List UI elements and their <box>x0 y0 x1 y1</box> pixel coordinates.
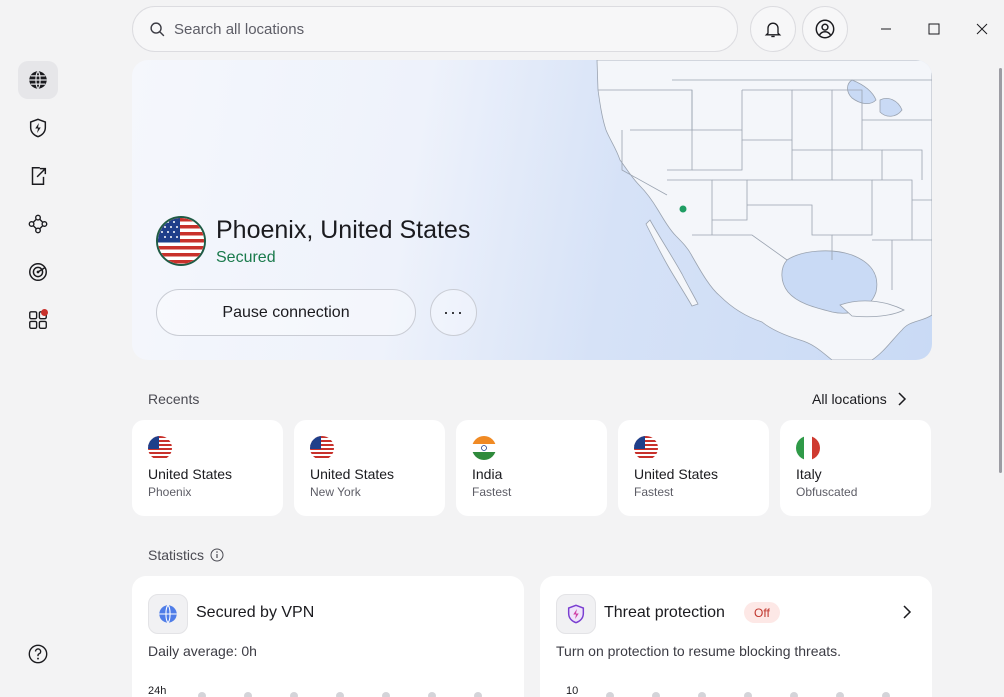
vpn-globe-icon <box>148 594 188 634</box>
connected-location: Phoenix, United States <box>216 216 471 244</box>
sidebar-item-threat-protection[interactable] <box>18 109 58 147</box>
daily-average-label: Daily average: <box>148 643 242 659</box>
recent-subtitle: Fastest <box>634 485 674 499</box>
threat-stats-title: Threat protection <box>604 604 725 621</box>
info-icon[interactable] <box>210 548 224 562</box>
status-badge: Off <box>744 602 780 623</box>
connection-card: Phoenix, United States Secured Pause con… <box>132 60 932 360</box>
notification-dot <box>41 309 48 316</box>
help-button[interactable] <box>18 635 58 673</box>
threat-protection-icon <box>29 118 47 138</box>
recent-location-card[interactable]: United States Phoenix <box>132 420 283 516</box>
recent-subtitle: New York <box>310 485 361 499</box>
all-locations-link[interactable]: All locations <box>812 391 907 407</box>
italy-flag-icon <box>796 436 820 460</box>
daily-average: Daily average: 0h <box>148 643 257 659</box>
maximize-icon <box>928 23 940 35</box>
account-button[interactable] <box>802 6 848 52</box>
statistics-heading: Statistics <box>148 547 224 563</box>
minimize-icon <box>881 28 891 30</box>
axis-label: 10 <box>566 685 579 697</box>
recents-heading: Recents <box>148 391 200 407</box>
search-icon <box>150 21 165 36</box>
threat-description: Turn on protection to resume blocking th… <box>556 643 842 659</box>
close-icon <box>976 23 988 35</box>
vpn-stats-card[interactable]: Secured by VPN Daily average: 0h 24h <box>132 576 524 697</box>
sidebar-item-apps[interactable] <box>18 301 58 339</box>
chart-dots <box>198 692 520 697</box>
recent-location-card[interactable]: India Fastest <box>456 420 607 516</box>
sidebar-item-locations[interactable] <box>18 61 58 99</box>
maximize-button[interactable] <box>919 14 949 44</box>
close-button[interactable] <box>967 14 997 44</box>
split-tunnel-icon <box>31 167 47 185</box>
bell-icon <box>764 22 782 38</box>
connection-status: Secured <box>216 249 276 266</box>
meshnet-icon <box>28 214 48 234</box>
vpn-stats-title: Secured by VPN <box>196 604 315 621</box>
us-flag-icon <box>634 436 658 460</box>
dark-web-monitor-icon <box>29 263 47 281</box>
statistics-label: Statistics <box>148 547 205 563</box>
notifications-button[interactable] <box>750 6 796 52</box>
search-input[interactable] <box>174 20 737 38</box>
recent-location-card[interactable]: United States New York <box>294 420 445 516</box>
chevron-right-icon <box>898 392 906 406</box>
help-icon <box>28 644 48 664</box>
sidebar-item-dark-web-monitor[interactable] <box>18 253 58 291</box>
minimize-button[interactable] <box>871 14 901 44</box>
location-marker <box>679 205 687 213</box>
recent-subtitle: Obfuscated <box>796 485 858 499</box>
pause-connection-button[interactable]: Pause connection <box>156 289 416 336</box>
chart-dots <box>606 692 928 697</box>
recent-country: United States <box>148 466 233 482</box>
recent-subtitle: Phoenix <box>148 485 192 499</box>
us-flag-icon <box>156 216 206 266</box>
user-icon <box>815 19 835 39</box>
daily-average-value: 0h <box>241 643 257 659</box>
sidebar-item-split-tunneling[interactable] <box>18 157 58 195</box>
axis-label: 24h <box>148 685 167 697</box>
threat-shield-icon <box>556 594 596 634</box>
recent-subtitle: Fastest <box>472 485 512 499</box>
all-locations-label: All locations <box>812 391 887 407</box>
vpn-app-window: Phoenix, United States Secured Pause con… <box>0 0 1004 697</box>
us-flag-icon <box>148 436 172 460</box>
chevron-right-icon[interactable] <box>902 604 912 620</box>
scrollbar[interactable] <box>999 68 1002 473</box>
india-flag-icon <box>472 436 496 460</box>
threat-stats-card[interactable]: Threat protection Off Turn on protection… <box>540 576 932 697</box>
recent-country: United States <box>634 466 719 482</box>
search-bar[interactable] <box>132 6 738 52</box>
sidebar <box>0 0 76 697</box>
recent-country: Italy <box>796 466 822 482</box>
recent-location-card[interactable]: Italy Obfuscated <box>780 420 931 516</box>
us-flag-icon <box>310 436 334 460</box>
recent-location-card[interactable]: United States Fastest <box>618 420 769 516</box>
recent-country: United States <box>310 466 395 482</box>
globe-icon <box>29 70 47 90</box>
more-options-button[interactable]: ··· <box>430 289 477 336</box>
sidebar-item-meshnet[interactable] <box>18 205 58 243</box>
recent-country: India <box>472 466 503 482</box>
